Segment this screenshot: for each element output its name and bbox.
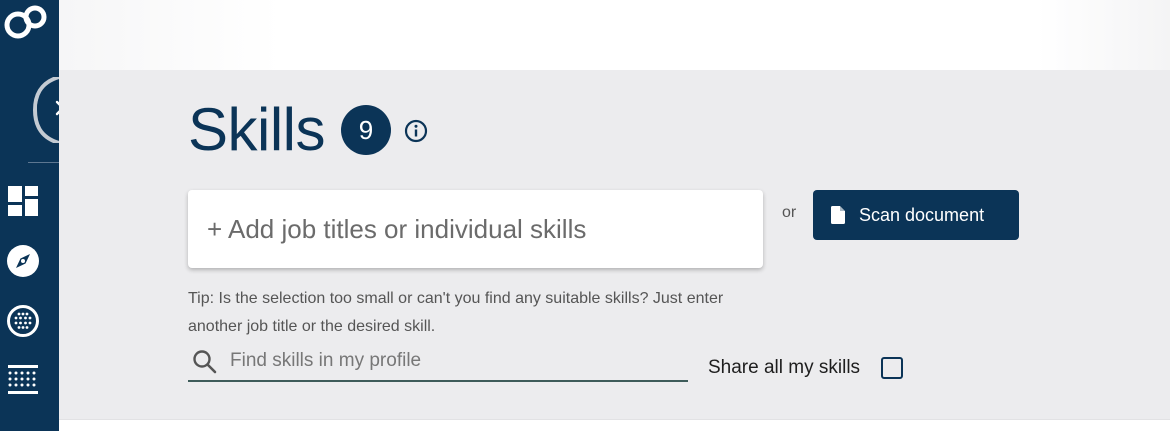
- scan-document-button[interactable]: Scan document: [813, 190, 1019, 240]
- header-band: [59, 0, 1170, 70]
- sidebar: [0, 0, 82, 431]
- sidebar-divider: [28, 162, 59, 163]
- or-label: or: [782, 204, 797, 221]
- search-placeholder: Find skills in my profile: [230, 349, 422, 371]
- dashboard-icon: [8, 186, 38, 216]
- add-skills-input[interactable]: + Add job titles or individual skills: [188, 190, 763, 268]
- page-title: Skills: [188, 96, 326, 163]
- sidebar-item-explore[interactable]: [6, 244, 40, 278]
- footer-band: [59, 419, 1170, 431]
- add-skills-placeholder: + Add job titles or individual skills: [207, 213, 587, 244]
- skills-count-badge: 9: [341, 105, 391, 155]
- sidebar-item-list[interactable]: [6, 363, 40, 397]
- share-skills-label: Share all my skills: [708, 357, 861, 378]
- search-icon: [193, 349, 217, 373]
- sidebar-item-network[interactable]: [6, 304, 40, 338]
- compass-icon: [7, 245, 39, 277]
- info-icon[interactable]: [404, 119, 428, 143]
- sidebar-item-dashboard[interactable]: [6, 184, 40, 218]
- logo-rings-icon[interactable]: [2, 2, 48, 42]
- grid-list-icon: [8, 365, 38, 394]
- share-skills-checkbox[interactable]: [881, 357, 903, 379]
- globe-dots-icon: [7, 305, 39, 337]
- tip-text: Tip: Is the selection too small or can't…: [188, 290, 724, 335]
- document-icon: [831, 206, 845, 224]
- scan-document-label: Scan document: [859, 204, 985, 225]
- search-skills-field[interactable]: Find skills in my profile: [188, 343, 688, 382]
